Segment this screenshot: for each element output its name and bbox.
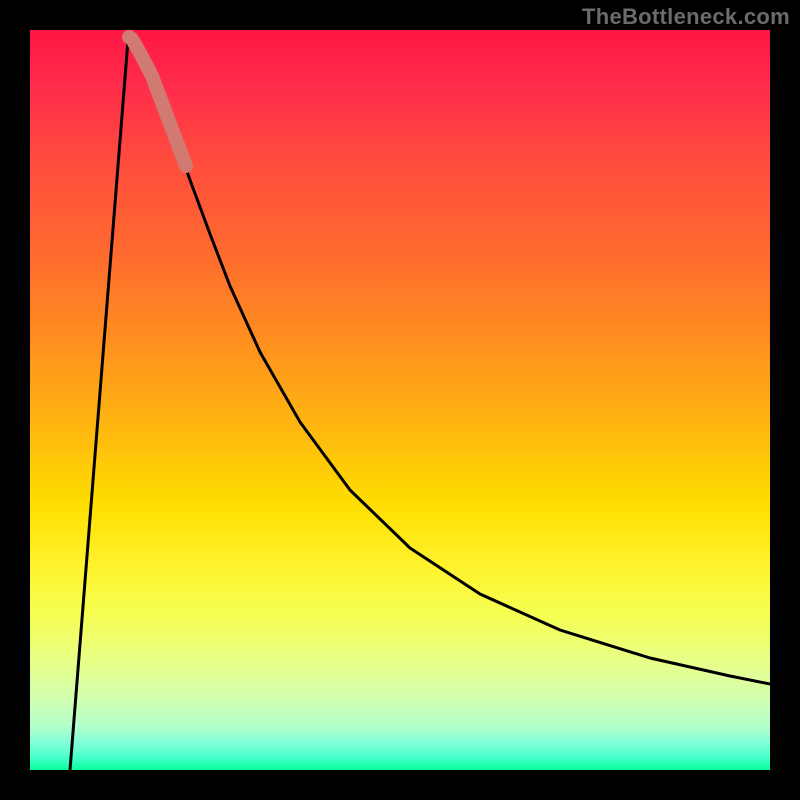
plot-area	[30, 30, 770, 770]
chart-frame: TheBottleneck.com	[0, 0, 800, 800]
curve-svg	[30, 30, 770, 770]
highlight-segment	[129, 37, 186, 166]
watermark-text: TheBottleneck.com	[582, 4, 790, 30]
